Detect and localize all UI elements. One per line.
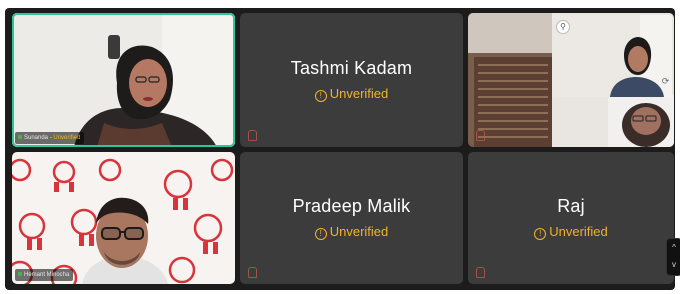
participant-small-icon (248, 267, 257, 278)
participant-tile-tashmi[interactable]: Tashmi Kadam ! Unverified (240, 13, 463, 147)
participant-video-hemant (12, 152, 235, 284)
participant-tile-sunanda[interactable]: Sunanda - Unverified (12, 13, 235, 147)
verification-status-label: Unverified (329, 86, 389, 101)
participant-name: Pradeep Malik (292, 196, 411, 216)
pinned-self-view[interactable]: ⚲ (552, 15, 672, 97)
pin-icon[interactable]: ⚲ (556, 20, 570, 34)
participant-name-tag: Hemant Minocha (15, 269, 74, 281)
warning-icon: ! (314, 90, 327, 102)
chevron-down-icon[interactable]: v (667, 256, 680, 273)
chevron-up-icon[interactable]: ^ (667, 239, 680, 256)
participant-small-icon (476, 130, 485, 141)
page-scroller[interactable]: ^ v (666, 238, 680, 276)
participant-name: Hemant Minocha (24, 272, 70, 278)
verification-status: ! Unverified (468, 224, 674, 240)
participant-tile-hemant[interactable]: Hemant Minocha (12, 152, 235, 284)
verification-status-label: Unverified (329, 224, 389, 239)
participant-status-dot (18, 135, 22, 139)
participant-name: Sunanda (24, 135, 49, 141)
verification-status: ! Unverified (240, 86, 463, 102)
participant-small-icon (248, 130, 257, 141)
verification-status-label: Unverified (549, 224, 608, 239)
participant-tile-room[interactable]: ⚲ ⟳ (468, 13, 674, 147)
participant-status-dot (18, 272, 22, 276)
verification-status: ! Unverified (240, 224, 463, 240)
participant-tile-raj[interactable]: Raj ! Unverified (468, 152, 674, 284)
verification-status: Unverified (53, 135, 81, 141)
participant-name: Tashmi Kadam (290, 58, 413, 78)
self-view-video (552, 15, 672, 97)
participant-name: Raj (557, 196, 585, 216)
participant-video-sunanda (12, 13, 235, 147)
participant-tile-pradeep[interactable]: Pradeep Malik ! Unverified (240, 152, 463, 284)
participant-name-tag: Sunanda - Unverified (15, 132, 85, 144)
participant-small-icon (476, 267, 485, 278)
settings-icon[interactable]: ⟳ (659, 75, 672, 88)
warning-icon: ! (534, 228, 547, 240)
warning-icon: ! (314, 228, 327, 240)
